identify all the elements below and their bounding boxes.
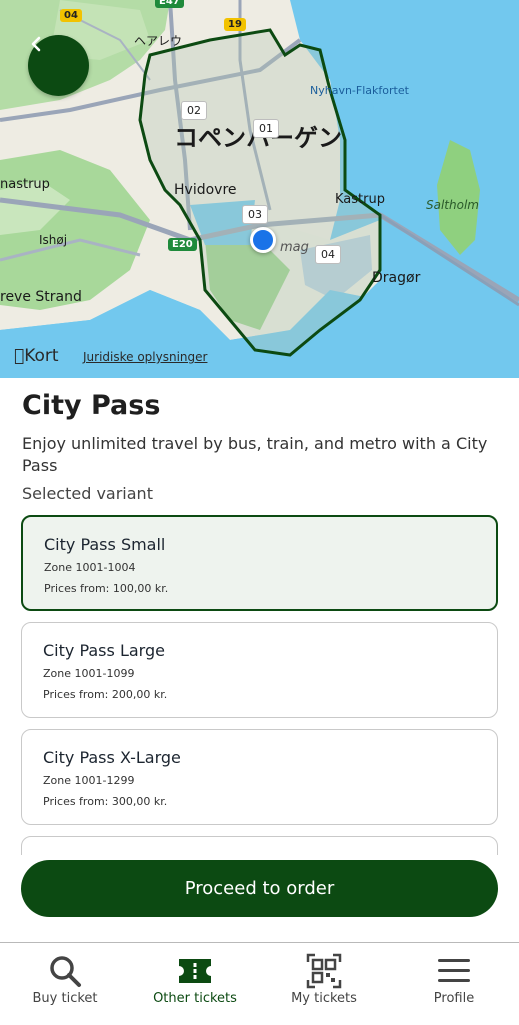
variant-card-partial[interactable] (21, 836, 498, 855)
map-view[interactable]: コペンハーゲン ヘアレウ Hvidovre Kastrup Saltholm I… (0, 0, 519, 378)
variant-name: City Pass Small (44, 535, 166, 554)
current-location-dot (250, 227, 276, 253)
zone-tag-03[interactable]: 03 (242, 205, 268, 224)
road-shield-e47: E47 (155, 0, 184, 8)
bottom-tab-bar: Buy ticket Other tickets My tickets Prof… (0, 942, 519, 1025)
map-label-arelu: ヘアレウ (134, 34, 183, 48)
map-label-strand: reve Strand (0, 289, 82, 305)
tab-label: My tickets (291, 991, 357, 1006)
zone-tag-04[interactable]: 04 (315, 245, 341, 264)
legal-link[interactable]: Juridiske oplysninger (83, 350, 207, 364)
road-shield-04: 04 (60, 9, 82, 22)
ticket-icon (179, 959, 211, 983)
map-label-nyhavn: Nyhavn-Flakfortet (310, 84, 409, 97)
variant-price: Prices from: 300,00 kr. (43, 795, 168, 808)
proceed-to-order-button[interactable]: Proceed to order (21, 860, 498, 917)
selected-variant-label: Selected variant (22, 484, 153, 503)
map-attribution: Kort (14, 346, 59, 366)
tab-buy-ticket[interactable]: Buy ticket (0, 943, 130, 1025)
tab-other-tickets[interactable]: Other tickets (130, 943, 260, 1025)
map-label-saltholm: Saltholm (426, 198, 479, 212)
zone-tag-02[interactable]: 02 (181, 101, 207, 120)
tab-label: Profile (433, 991, 475, 1006)
tab-label: Buy ticket (32, 991, 98, 1006)
variant-card-large[interactable]: City Pass Large Zone 1001-1099 Prices fr… (21, 622, 498, 718)
road-shield-e20: E20 (168, 238, 197, 251)
variant-price: Prices from: 200,00 kr. (43, 688, 168, 701)
tab-my-tickets[interactable]: My tickets (259, 943, 389, 1025)
menu-icon (438, 959, 470, 982)
tab-profile[interactable]: Profile (389, 943, 519, 1025)
variant-name: City Pass Large (43, 641, 165, 660)
page-title: City Pass (22, 390, 161, 421)
back-button[interactable] (28, 35, 89, 96)
map-label-dragor: Dragør (372, 270, 421, 286)
product-description: Enjoy unlimited travel by bus, train, an… (22, 434, 488, 475)
map-label-ishoj: Ishøj (39, 233, 68, 247)
tab-label: Other tickets (153, 991, 237, 1006)
variant-name: City Pass X-Large (43, 748, 181, 767)
variant-card-xlarge[interactable]: City Pass X-Large Zone 1001-1299 Prices … (21, 729, 498, 825)
map-label-kastrup: Kastrup (335, 192, 385, 207)
apple-logo-icon:  (14, 346, 24, 366)
variant-list[interactable]: City Pass Small Zone 1001-1004 Prices fr… (21, 515, 498, 855)
variant-zone: Zone 1001-1004 (44, 561, 136, 574)
zone-tag-01[interactable]: 01 (253, 119, 279, 138)
road-shield-19: 19 (224, 18, 246, 31)
variant-zone: Zone 1001-1099 (43, 667, 135, 680)
variant-zone: Zone 1001-1299 (43, 774, 135, 787)
map-label-amager: mag (280, 240, 309, 255)
search-icon (50, 956, 81, 987)
variant-card-small[interactable]: City Pass Small Zone 1001-1004 Prices fr… (21, 515, 498, 611)
variant-price: Prices from: 100,00 kr. (44, 582, 169, 595)
chevron-left-icon (31, 36, 41, 52)
map-label-hvidovre: Hvidovre (174, 182, 237, 198)
map-label-nastrup: nastrup (0, 177, 50, 192)
qr-code-icon (306, 953, 342, 989)
